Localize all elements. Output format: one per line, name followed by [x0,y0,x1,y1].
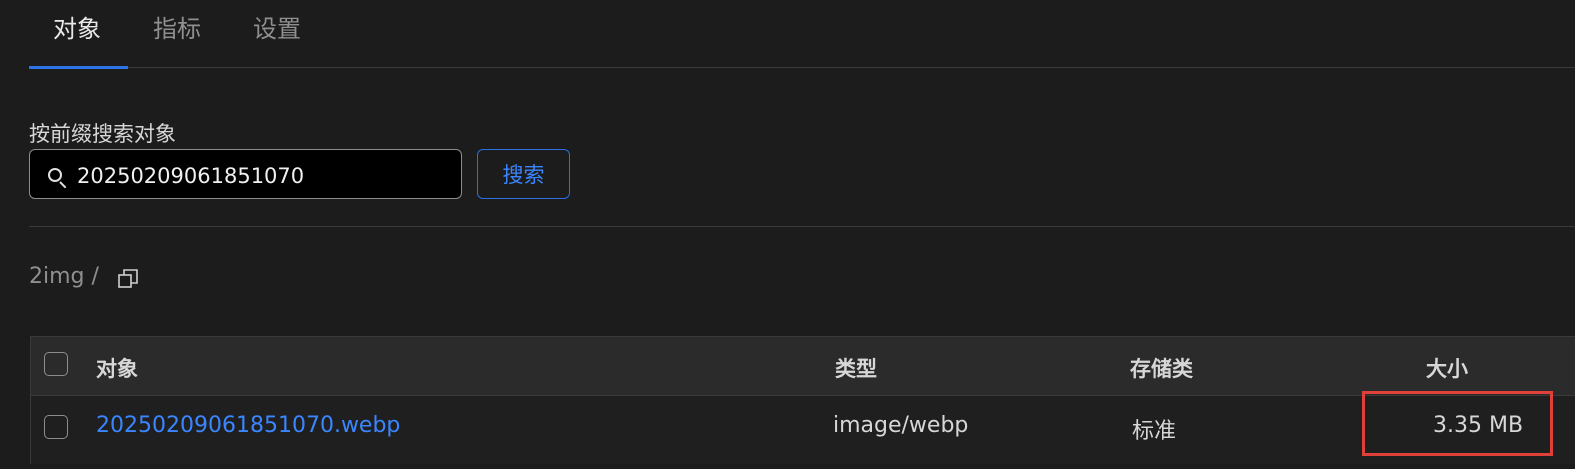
search-button[interactable]: 搜索 [477,149,570,199]
tab-objects[interactable]: 对象 [29,12,125,52]
tab-bar: 对象 指标 设置 [29,0,1575,69]
object-type: image/webp [833,413,969,438]
search-field[interactable] [29,149,462,199]
active-tab-indicator [29,66,128,69]
column-header-type[interactable]: 类型 [835,353,877,383]
column-header-object[interactable]: 对象 [96,353,138,383]
object-storage-class: 标准 [1132,419,1177,444]
search-label: 按前缀搜索对象 [29,122,176,146]
copy-icon[interactable] [117,268,139,290]
row-checkbox[interactable] [44,415,68,439]
breadcrumb[interactable]: 2img / [29,264,99,289]
object-browser: 对象 指标 设置 按前缀搜索对象 搜索 2img / 对象 类型 存储类 大小 … [0,0,1575,469]
search-icon [48,168,62,182]
objects-table: 对象 类型 存储类 大小 20250209061851070.webp imag… [30,336,1575,464]
table-row: 20250209061851070.webp image/webp 标准 3.3… [31,396,1575,464]
object-size: 3.35 MB [1433,413,1524,438]
divider [29,226,1575,227]
table-header: 对象 类型 存储类 大小 [31,337,1575,396]
object-name-link[interactable]: 20250209061851070.webp [96,413,400,438]
tab-metrics[interactable]: 指标 [129,12,225,52]
column-header-size[interactable]: 大小 [1426,353,1468,383]
select-all-checkbox[interactable] [44,352,68,376]
tab-settings[interactable]: 设置 [229,12,325,52]
column-header-storage-class[interactable]: 存储类 [1130,353,1193,383]
search-input[interactable] [75,158,449,194]
